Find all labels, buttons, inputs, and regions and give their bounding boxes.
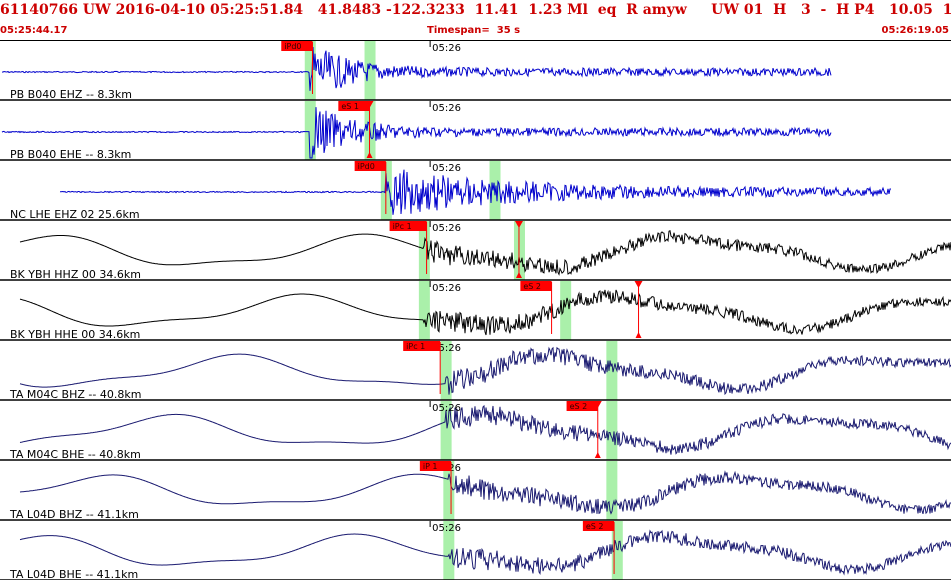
pick-label: iPd0 <box>358 162 375 171</box>
trace-row: 05:26iP 1TA L04D BHZ -- 41.1km <box>0 461 951 521</box>
waveform-trace <box>1 46 832 91</box>
start-time-label: 05:25:44.17 <box>0 25 68 36</box>
trace-row: 05:26 eS 2 TA L04D BHE -- 41.1km <box>0 521 951 580</box>
trace-row: 05:26 eS 2 TA M04C BHE -- 40.8km <box>0 401 951 461</box>
station-label: BK YBH HHE 00 34.6km <box>10 328 140 341</box>
station-label: BK YBH HHZ 00 34.6km <box>10 268 141 281</box>
pick-label: iPc 1 <box>393 222 412 231</box>
pick-label: iPd0 <box>284 42 301 51</box>
minute-tick-label: 05:26 <box>432 43 461 54</box>
timespan-label: Timespan= 35 s <box>427 25 521 36</box>
pick-label: eS 1 <box>341 102 359 111</box>
station-label: TA L04D BHZ -- 41.1km <box>9 508 139 521</box>
pick-window <box>418 281 430 340</box>
station-label: PB B040 EHZ -- 8.3km <box>10 88 132 101</box>
seismogram-panel: 05:26 iPd0 PB B040 EHZ -- 8.3km 05:26 eS 1 PB… <box>0 40 951 580</box>
trace-row: 05:26 eS 2 BK YBH HHE 00 34.6km <box>0 281 951 341</box>
minute-tick-label: 05:26 <box>432 103 461 114</box>
pick-label: iP 1 <box>423 462 438 471</box>
minute-tick-label: 05:26 <box>432 163 461 174</box>
trace-row: 05:26 iPd0 PB B040 EHZ -- 8.3km <box>0 41 951 101</box>
waveform-trace <box>19 529 951 576</box>
waveform-trace <box>19 470 951 515</box>
pick-window <box>606 401 618 460</box>
station-label: NC LHE EHZ 02 25.6km <box>10 208 140 221</box>
waveform-trace <box>19 229 951 276</box>
minute-tick-label: 05:26 <box>432 223 461 234</box>
station-label: TA L04D BHE -- 41.1km <box>9 568 138 580</box>
pick-label: eS 2 <box>523 282 541 291</box>
pick-window <box>364 41 376 100</box>
pick-label: iPc 1 <box>406 342 425 351</box>
trace-row: 05:26 eS 1 PB B040 EHE -- 8.3km <box>0 101 951 161</box>
station-label: TA M04C BHE -- 40.8km <box>9 448 141 461</box>
minute-tick-label: 05:26 <box>432 283 461 294</box>
pick-marker <box>634 281 643 288</box>
waveform-trace <box>59 169 891 215</box>
pick-window <box>606 341 618 400</box>
minute-tick-label: 05:26 <box>432 403 461 414</box>
pick-marker <box>635 332 642 338</box>
waveform-trace <box>19 346 951 396</box>
end-time-label: 05:26:19.05 <box>881 25 949 36</box>
pick-label: eS 2 <box>570 402 588 411</box>
pick-label: eS 2 <box>586 522 604 531</box>
trace-row: 05:26 iPd0 NC LHE EHZ 02 25.6km <box>0 161 951 221</box>
minute-tick-label: 05:26 <box>432 523 461 534</box>
trace-row: 05:26iPc 1TA M04C BHZ -- 40.8km <box>0 341 951 401</box>
pick-marker <box>594 452 601 458</box>
station-label: TA M04C BHZ -- 40.8km <box>9 388 141 401</box>
event-header-line: 61140766 UW 2016-04-10 05:25:51.84 41.84… <box>0 2 951 18</box>
waveform-trace <box>19 289 951 336</box>
station-label: PB B040 EHE -- 8.3km <box>10 148 131 161</box>
waveform-trace <box>19 404 951 455</box>
trace-row: 05:26 iPc 1 BK YBH HHZ 00 34.6km <box>0 221 951 281</box>
